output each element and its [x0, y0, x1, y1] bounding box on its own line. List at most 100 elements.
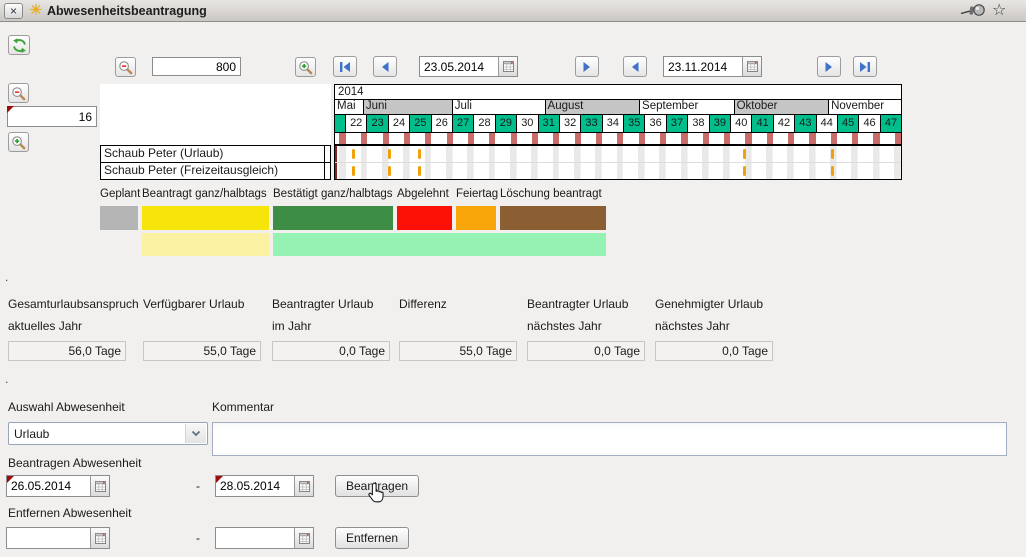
zoom-in-width-button[interactable] [295, 57, 316, 77]
summary-label: Genehmigter Urlaub [655, 297, 763, 311]
weekend-shading [745, 163, 751, 179]
favorite-star-icon[interactable]: ☆ [992, 0, 1006, 20]
request-button[interactable]: Beantragen [335, 475, 419, 497]
legend-swatch-row-full [100, 206, 606, 230]
grid-cell [794, 163, 815, 179]
stripe-cell [880, 133, 901, 144]
request-to-date-input[interactable] [216, 476, 296, 496]
placeholder-dot: . [5, 270, 8, 284]
start-date-calendar-button[interactable] [498, 57, 517, 76]
zoom-width-input[interactable] [152, 57, 241, 76]
absence-type-select[interactable]: Urlaub [8, 422, 208, 445]
weekend-shading [638, 146, 644, 162]
weekend-shading [851, 146, 857, 162]
grid-cell [752, 163, 773, 179]
stripe-cell [517, 133, 538, 144]
summary-value-field: 56,0 Tage [8, 341, 126, 361]
comment-input[interactable] [212, 422, 1007, 456]
grid-cell [688, 163, 709, 179]
grid-cell [559, 146, 580, 162]
stripe-cell [346, 133, 367, 144]
arrow-right-icon [823, 62, 835, 72]
weekend-icon [339, 133, 346, 144]
request-from-date-input[interactable] [7, 476, 92, 496]
weekend-shading [489, 163, 495, 179]
calendar-icon [299, 533, 310, 544]
week-cell: 37 [667, 115, 688, 132]
weekend-shading [339, 163, 346, 179]
remove-to-calendar-button[interactable] [294, 528, 313, 548]
month-cell: Oktober [735, 100, 830, 114]
chevron-down-icon[interactable] [185, 424, 206, 443]
end-date-calendar-button[interactable] [742, 57, 761, 76]
stripe-cell [645, 133, 666, 144]
grid-cell [453, 163, 474, 179]
stripe-cell [453, 133, 474, 144]
zoom-out-width-button[interactable] [115, 57, 136, 77]
grid-cell [794, 146, 815, 162]
grid-cell [581, 163, 602, 179]
zoom-out-rows-button[interactable] [8, 83, 29, 103]
gantt-row[interactable] [335, 146, 901, 163]
grid-cell [367, 146, 388, 162]
grid-cell [773, 163, 794, 179]
stripe-cell [538, 133, 559, 144]
summary-value-field: 55,0 Tage [399, 341, 517, 361]
end-date-input[interactable] [664, 57, 744, 76]
refresh-button[interactable] [8, 35, 30, 55]
nav-prev-end-button[interactable] [623, 56, 647, 77]
nav-next-end-button[interactable] [817, 56, 841, 77]
grid-cell [688, 146, 709, 162]
week-cell: 25 [410, 115, 431, 132]
gantt-row[interactable] [335, 163, 901, 179]
weekend-shading [787, 146, 793, 162]
nav-next-start-button[interactable] [575, 56, 599, 77]
grid-cell [474, 163, 495, 179]
week-cell: 33 [581, 115, 602, 132]
request-to-calendar-button[interactable] [294, 476, 313, 496]
weekend-shading [681, 163, 687, 179]
row-label[interactable]: Schaub Peter (Urlaub) [101, 146, 330, 163]
nav-prev-start-button[interactable] [373, 56, 397, 77]
weekend-shading [403, 163, 409, 179]
nav-last-button[interactable] [853, 56, 877, 77]
weekend-shading [659, 146, 665, 162]
summary-label: Beantragter Urlaub [527, 297, 628, 311]
stripe-cell [495, 133, 516, 144]
gantt-year-row: 2014 [335, 85, 901, 100]
grid-cell [666, 163, 687, 179]
absence-type-value: Urlaub [14, 427, 49, 441]
weekend-shading [873, 146, 879, 162]
row-label[interactable]: Schaub Peter (Freizeitausgleich) [101, 163, 330, 179]
grid-cell [538, 163, 559, 179]
weekend-shading [553, 163, 559, 179]
week-cell: 23 [367, 115, 388, 132]
remove-from-calendar-button[interactable] [90, 528, 109, 548]
start-date-input[interactable] [420, 57, 500, 76]
remove-button[interactable]: Entfernen [335, 527, 409, 549]
pin-icon[interactable] [960, 4, 988, 20]
remove-from-date-input[interactable] [7, 528, 92, 548]
app-icon: ☀ [29, 1, 42, 19]
weekend-shading [425, 163, 431, 179]
grid-cell [730, 163, 751, 179]
stripe-cell [335, 133, 346, 144]
legend-label: Feiertag [456, 188, 496, 200]
summary-label: Beantragter Urlaub [272, 297, 373, 311]
weekend-shading [745, 146, 751, 162]
close-button[interactable]: × [4, 3, 23, 19]
remove-to-date-input[interactable] [216, 528, 296, 548]
request-from-calendar-button[interactable] [90, 476, 109, 496]
grid-cell [346, 146, 367, 162]
rows-count-input[interactable] [7, 106, 97, 127]
grid-cell [858, 146, 879, 162]
grid-cell [837, 146, 858, 162]
weekend-shading [531, 146, 537, 162]
stripe-cell [367, 133, 388, 144]
grid-cell [346, 163, 367, 179]
week-cell: 36 [645, 115, 666, 132]
calendar-icon [299, 481, 310, 492]
zoom-in-rows-button[interactable] [8, 132, 29, 152]
magnifier-minus-icon [118, 60, 133, 75]
nav-first-button[interactable] [333, 56, 357, 77]
